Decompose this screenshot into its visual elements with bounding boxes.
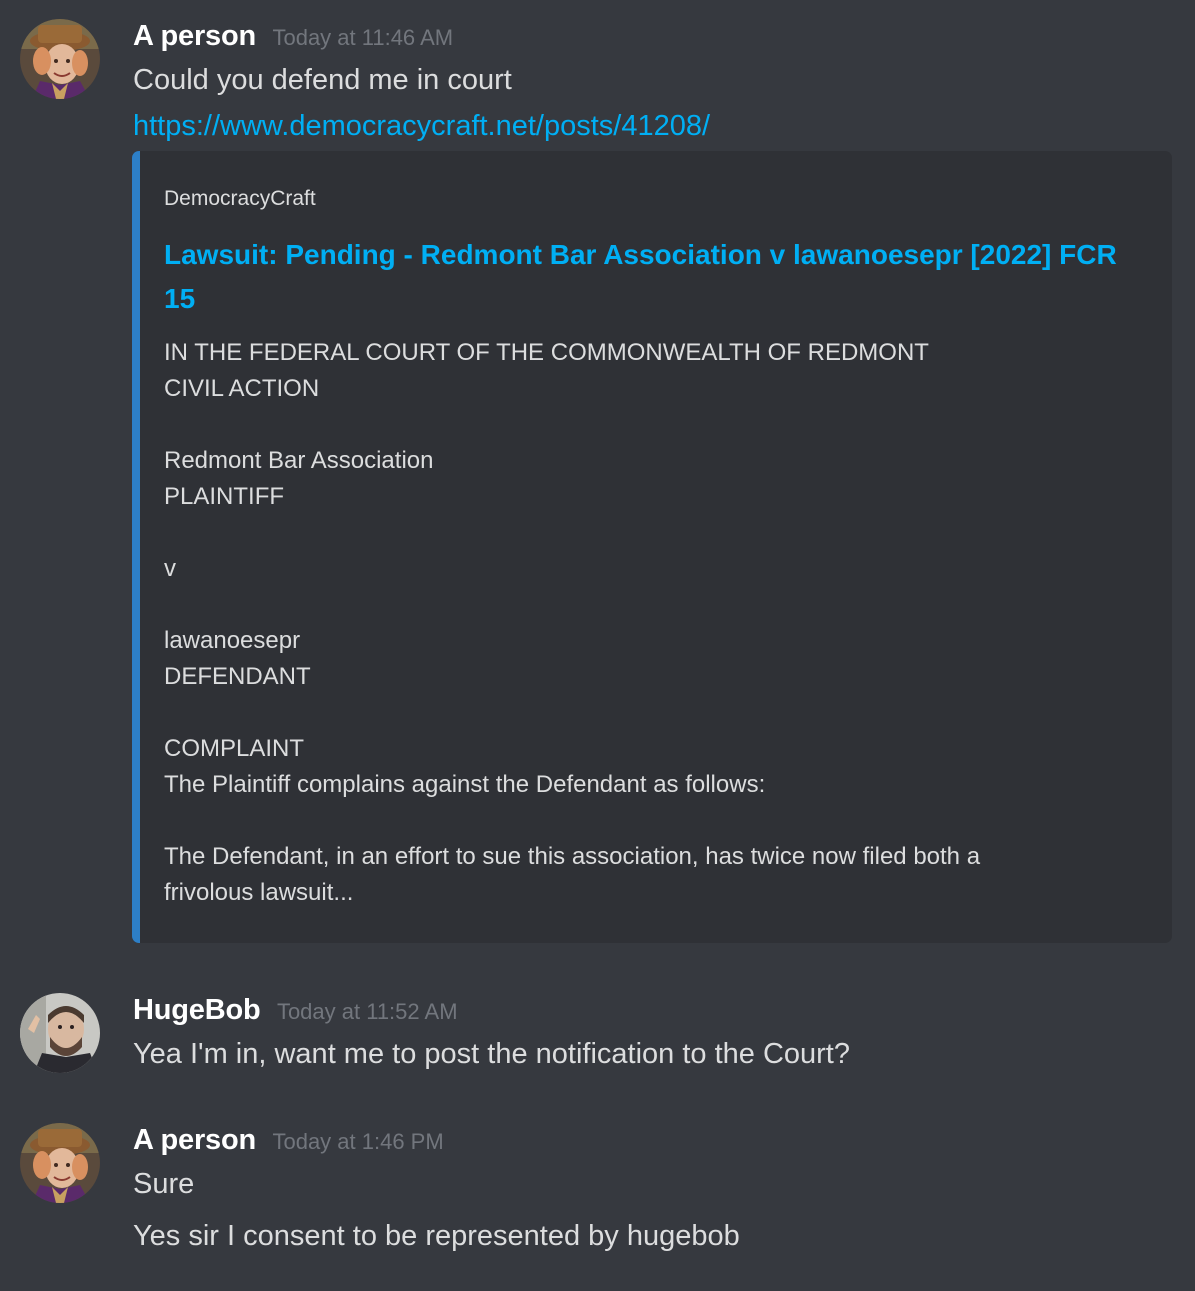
link-embed: DemocracyCraft Lawsuit: Pending - Redmon… <box>132 151 1172 943</box>
timestamp[interactable]: Today at 1:46 PM <box>272 1129 443 1154</box>
embed-description-line: PLAINTIFF <box>164 483 285 510</box>
message-link[interactable]: https://www.democracycraft.net/posts/412… <box>133 110 710 143</box>
username[interactable]: A person <box>133 1124 256 1156</box>
embed-description-line: CIVIL ACTION <box>164 375 320 402</box>
embed-description-line: The Defendant, in an effort to sue this … <box>164 843 981 870</box>
message-header: A person Today at 11:46 AM <box>133 20 453 60</box>
embed-description-line: DEFENDANT <box>164 663 311 690</box>
embed-accent-bar <box>132 151 140 943</box>
embed-description-line: frivolous lawsuit... <box>164 879 354 906</box>
message-text: Yes sir I consent to be represented by h… <box>133 1220 740 1252</box>
embed-description-line: lawanoesepr <box>164 627 301 654</box>
message-text: Yea I'm in, want me to post the notifica… <box>133 1038 850 1070</box>
embed-description-line: COMPLAINT <box>164 735 305 762</box>
embed-description-line: v <box>164 555 176 582</box>
timestamp[interactable]: Today at 11:46 AM <box>272 25 453 50</box>
message-text: Sure <box>133 1168 195 1200</box>
avatar[interactable] <box>20 19 100 99</box>
message-header: A person Today at 1:46 PM <box>133 1124 444 1164</box>
embed-provider[interactable]: DemocracyCraft <box>164 187 316 211</box>
embed-description: IN THE FEDERAL COURT OF THE COMMONWEALTH… <box>164 335 1149 911</box>
embed-description-line <box>164 587 1149 623</box>
timestamp[interactable]: Today at 11:52 AM <box>277 999 458 1024</box>
embed-description-line <box>164 695 1149 731</box>
username[interactable]: HugeBob <box>133 994 261 1026</box>
embed-description-line: Redmont Bar Association <box>164 447 434 474</box>
chat-log: A person Today at 11:46 AM Could you def… <box>0 0 1195 1291</box>
message-text: Could you defend me in court <box>133 64 512 96</box>
embed-description-line: IN THE FEDERAL COURT OF THE COMMONWEALTH… <box>164 339 929 366</box>
embed-description-line: The Plaintiff complains against the Defe… <box>164 771 766 798</box>
embed-description-line <box>164 515 1149 551</box>
message-header: HugeBob Today at 11:52 AM <box>133 994 458 1034</box>
avatar[interactable] <box>20 993 100 1073</box>
embed-title[interactable]: Lawsuit: Pending - Redmont Bar Associati… <box>164 233 1149 321</box>
embed-description-line <box>164 803 1149 839</box>
embed-description-line <box>164 407 1149 443</box>
username[interactable]: A person <box>133 20 256 52</box>
avatar[interactable] <box>20 1123 100 1203</box>
